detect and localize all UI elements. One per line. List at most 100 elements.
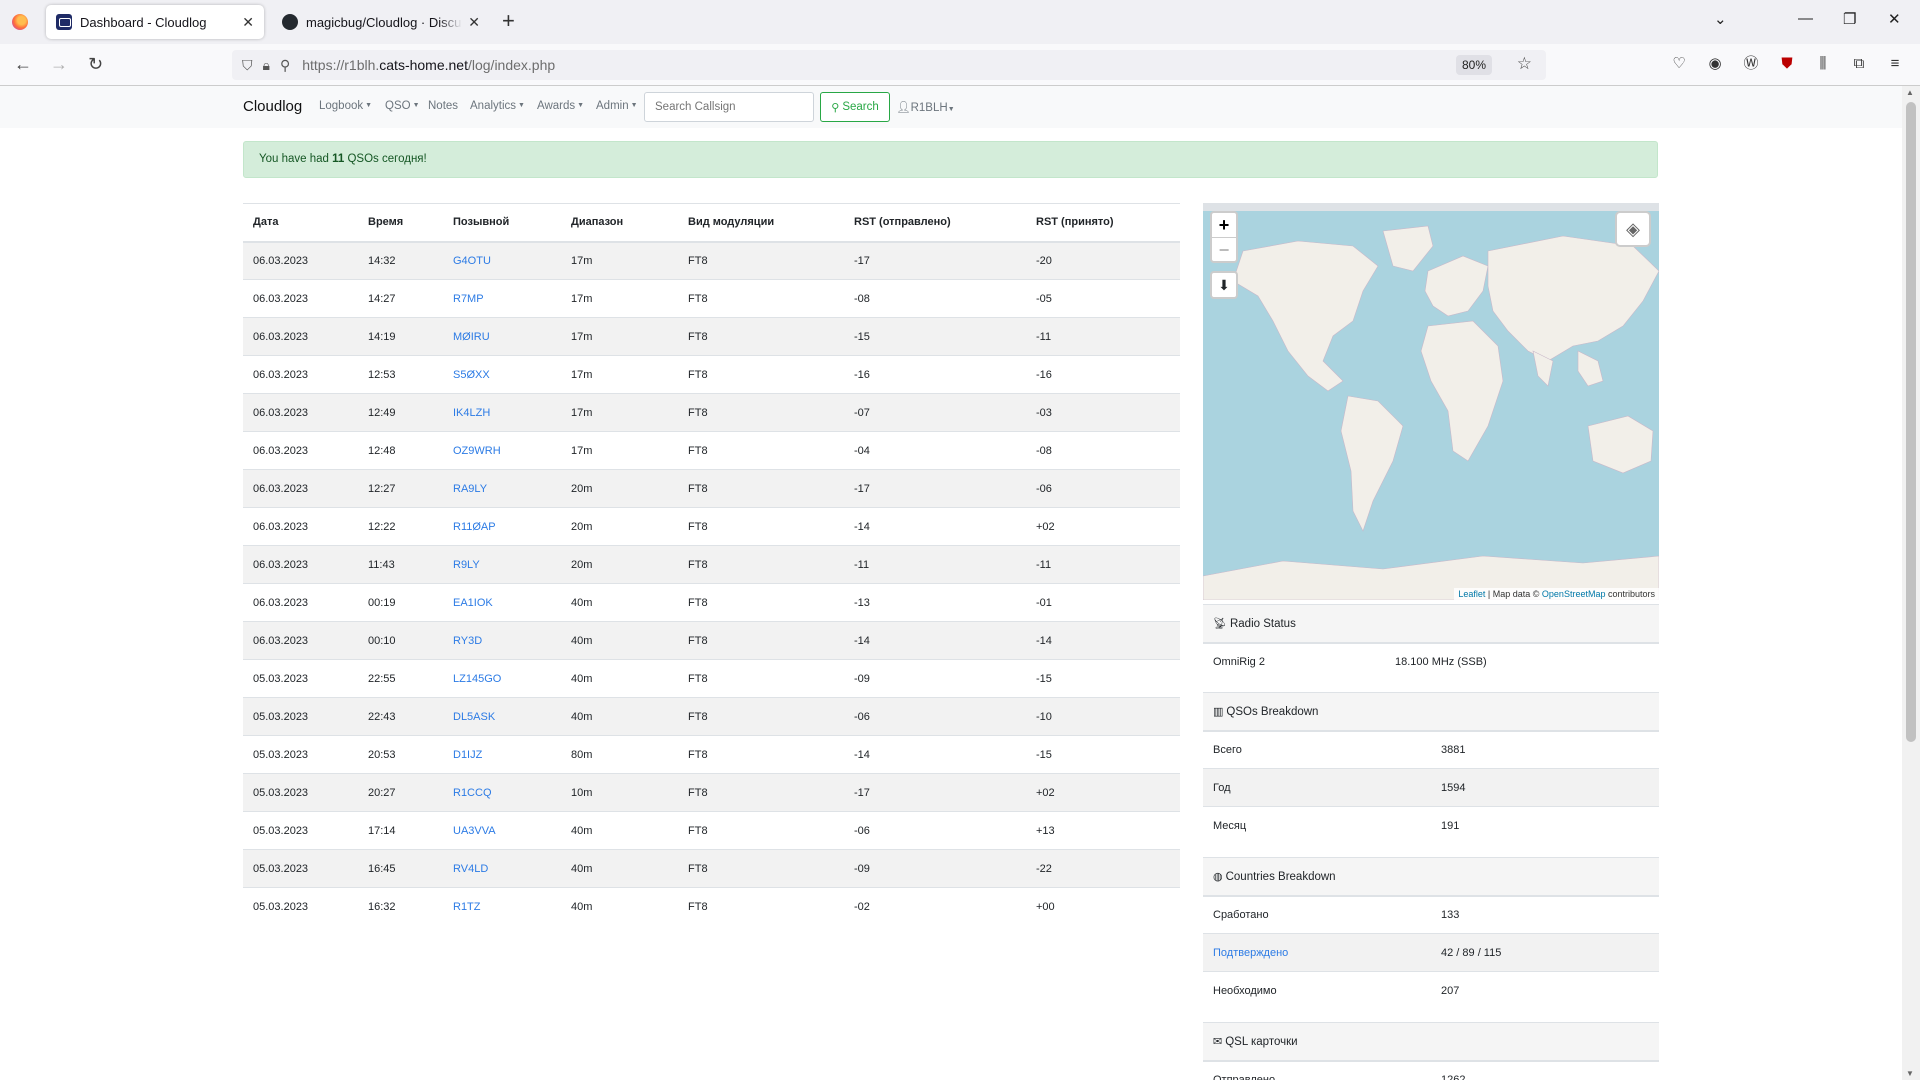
callsign-link[interactable]: DL5ASK (453, 711, 495, 723)
table-cell: 06.03.2023 (243, 583, 358, 622)
brand[interactable]: Cloudlog (243, 98, 302, 115)
minimize-icon[interactable]: — (1798, 10, 1813, 27)
stat-value: 1594 (1431, 768, 1659, 807)
library-icon[interactable]: ⫼ (1814, 55, 1832, 73)
globe-icon[interactable]: ◉ (1706, 55, 1724, 73)
qsl-cards-panel: ✉ QSL карточки Отправлено 1262 (1203, 1022, 1659, 1080)
table-cell: FT8 (678, 317, 844, 356)
callsign-link[interactable]: IK4LZH (453, 407, 490, 419)
callsign-link[interactable]: RY3D (453, 635, 482, 647)
column-header: Дата (243, 203, 358, 243)
browser-navbar: ← → ↻ ⛉ 🔒︎ ⚲ https://r1blh.cats-home.net… (0, 44, 1920, 86)
menu-awards[interactable]: Awards ▼ (537, 100, 584, 112)
countries-breakdown-panel: ◍ Countries Breakdown Сработано 133 Подтве… (1203, 857, 1659, 1010)
column-header: Вид модуляции (678, 203, 844, 243)
pocket-icon[interactable]: ♡ (1670, 55, 1688, 73)
table-cell: FT8 (678, 431, 844, 470)
callsign-link[interactable]: R9LY (453, 559, 480, 571)
column-header: Диапазон (561, 203, 678, 243)
table-cell: FT8 (678, 811, 844, 850)
callsign-link[interactable]: MØIRU (453, 331, 490, 343)
page-scrollbar[interactable]: ▲ ▼ (1902, 86, 1920, 1080)
globe-icon: ◍ (1213, 870, 1223, 883)
firefox-icon[interactable] (12, 14, 28, 30)
list-all-tabs-icon[interactable]: ⌄ (1714, 10, 1727, 28)
menu-qso[interactable]: QSO ▼ (385, 100, 420, 112)
tab-dashboard[interactable]: Dashboard - Cloudlog ✕ (46, 5, 264, 39)
table-cell: 06.03.2023 (243, 241, 358, 280)
openstreetmap-link[interactable]: OpenStreetMap (1542, 589, 1606, 599)
table-cell: +00 (1026, 887, 1180, 926)
menu-analytics[interactable]: Analytics ▼ (470, 100, 525, 112)
table-row: Необходимо 207 (1203, 971, 1659, 1010)
confirmed-link[interactable]: Подтверждено (1213, 947, 1288, 959)
window-close-icon[interactable]: ✕ (1888, 10, 1901, 28)
reload-icon[interactable]: ↻ (88, 54, 103, 74)
table-cell: -04 (844, 431, 1026, 470)
table-cell: +13 (1026, 811, 1180, 850)
table-cell: 40m (561, 887, 678, 926)
close-icon[interactable]: ✕ (468, 14, 480, 31)
scroll-down-icon[interactable]: ▼ (1906, 1069, 1914, 1078)
address-bar[interactable]: ⛉ 🔒︎ ⚲ https://r1blh.cats-home.net/log/i… (232, 50, 1546, 80)
stat-label: Необходимо (1203, 971, 1431, 1010)
shield-icon[interactable]: ⛉ (242, 57, 253, 74)
close-icon[interactable]: ✕ (242, 14, 254, 31)
layers-icon[interactable]: ◈ (1615, 211, 1651, 247)
callsign-link[interactable]: EA1IOK (453, 597, 493, 609)
restore-icon[interactable]: ❐ (1843, 10, 1856, 28)
lock-icon[interactable]: 🔒︎ (263, 57, 270, 74)
url-text[interactable]: https://r1blh.cats-home.net/log/index.ph… (302, 57, 555, 73)
search-button[interactable]: ⚲ Search (820, 92, 890, 122)
scroll-up-icon[interactable]: ▲ (1906, 88, 1914, 97)
hamburger-menu-icon[interactable]: ≡ (1886, 55, 1904, 73)
callsign-link[interactable]: R11ØAP (453, 521, 496, 533)
callsign-cell: MØIRU (443, 317, 561, 356)
menu-admin[interactable]: Admin ▼ (596, 100, 638, 112)
table-cell: FT8 (678, 469, 844, 508)
table-cell: 20:53 (358, 735, 443, 774)
menu-logbook[interactable]: Logbook ▼ (319, 100, 372, 112)
callsign-link[interactable]: UA3VVA (453, 825, 496, 837)
extension-w-icon[interactable]: Ⓦ (1742, 55, 1760, 73)
scroll-thumb[interactable] (1906, 102, 1916, 742)
table-cell: 06.03.2023 (243, 469, 358, 508)
table-row: 06.03.2023 12:27 RA9LY 20m FT8 -17 -06 (243, 469, 1180, 508)
download-icon[interactable]: ⬇ (1210, 271, 1238, 299)
extensions-puzzle-icon[interactable]: ⧉ (1850, 55, 1868, 73)
leaflet-link[interactable]: Leaflet (1458, 589, 1485, 599)
menu-notes[interactable]: Notes (428, 100, 458, 112)
callsign-link[interactable]: RA9LY (453, 483, 487, 495)
ublock-icon[interactable]: ⛊ (1778, 55, 1796, 73)
bookmark-star-icon[interactable]: ☆ (1517, 54, 1532, 74)
back-icon[interactable]: ← (14, 54, 32, 74)
table-cell: 20m (561, 545, 678, 584)
callsign-link[interactable]: RV4LD (453, 863, 488, 875)
table-cell: -14 (844, 735, 1026, 774)
callsign-link[interactable]: R7MP (453, 293, 484, 305)
table-row: Подтверждено 42 / 89 / 115 (1203, 933, 1659, 972)
tab-github-discussions[interactable]: magicbug/Cloudlog · Discussions ✕ (272, 5, 490, 39)
table-cell: -22 (1026, 849, 1180, 888)
table-row: 05.03.2023 16:45 RV4LD 40m FT8 -09 -22 (243, 849, 1180, 888)
table-cell: 40m (561, 849, 678, 888)
permissions-icon[interactable]: ⚲ (280, 57, 290, 74)
callsign-link[interactable]: D1IJZ (453, 749, 482, 761)
new-tab-icon[interactable]: + (502, 10, 515, 32)
callsign-link[interactable]: G4OTU (453, 255, 491, 267)
table-cell: -17 (844, 241, 1026, 280)
zoom-level[interactable]: 80% (1455, 55, 1492, 75)
search-callsign-input[interactable] (644, 92, 814, 122)
table-cell: 12:53 (358, 355, 443, 394)
user-menu[interactable]: 👤︎R1BLH▼ (896, 100, 955, 114)
callsign-link[interactable]: R1CCQ (453, 787, 492, 799)
qso-map[interactable]: + − ⬇ ◈ Leaflet | Map data © OpenStreetM… (1203, 203, 1659, 600)
table-cell: -10 (1026, 697, 1180, 736)
callsign-link[interactable]: OZ9WRH (453, 445, 501, 457)
callsign-link[interactable]: LZ145GO (453, 673, 501, 685)
forward-icon[interactable]: → (50, 54, 68, 74)
zoom-out-icon[interactable]: − (1212, 237, 1236, 261)
zoom-in-icon[interactable]: + (1212, 213, 1236, 237)
callsign-link[interactable]: R1TZ (453, 901, 481, 913)
callsign-link[interactable]: S5ØXX (453, 369, 490, 381)
